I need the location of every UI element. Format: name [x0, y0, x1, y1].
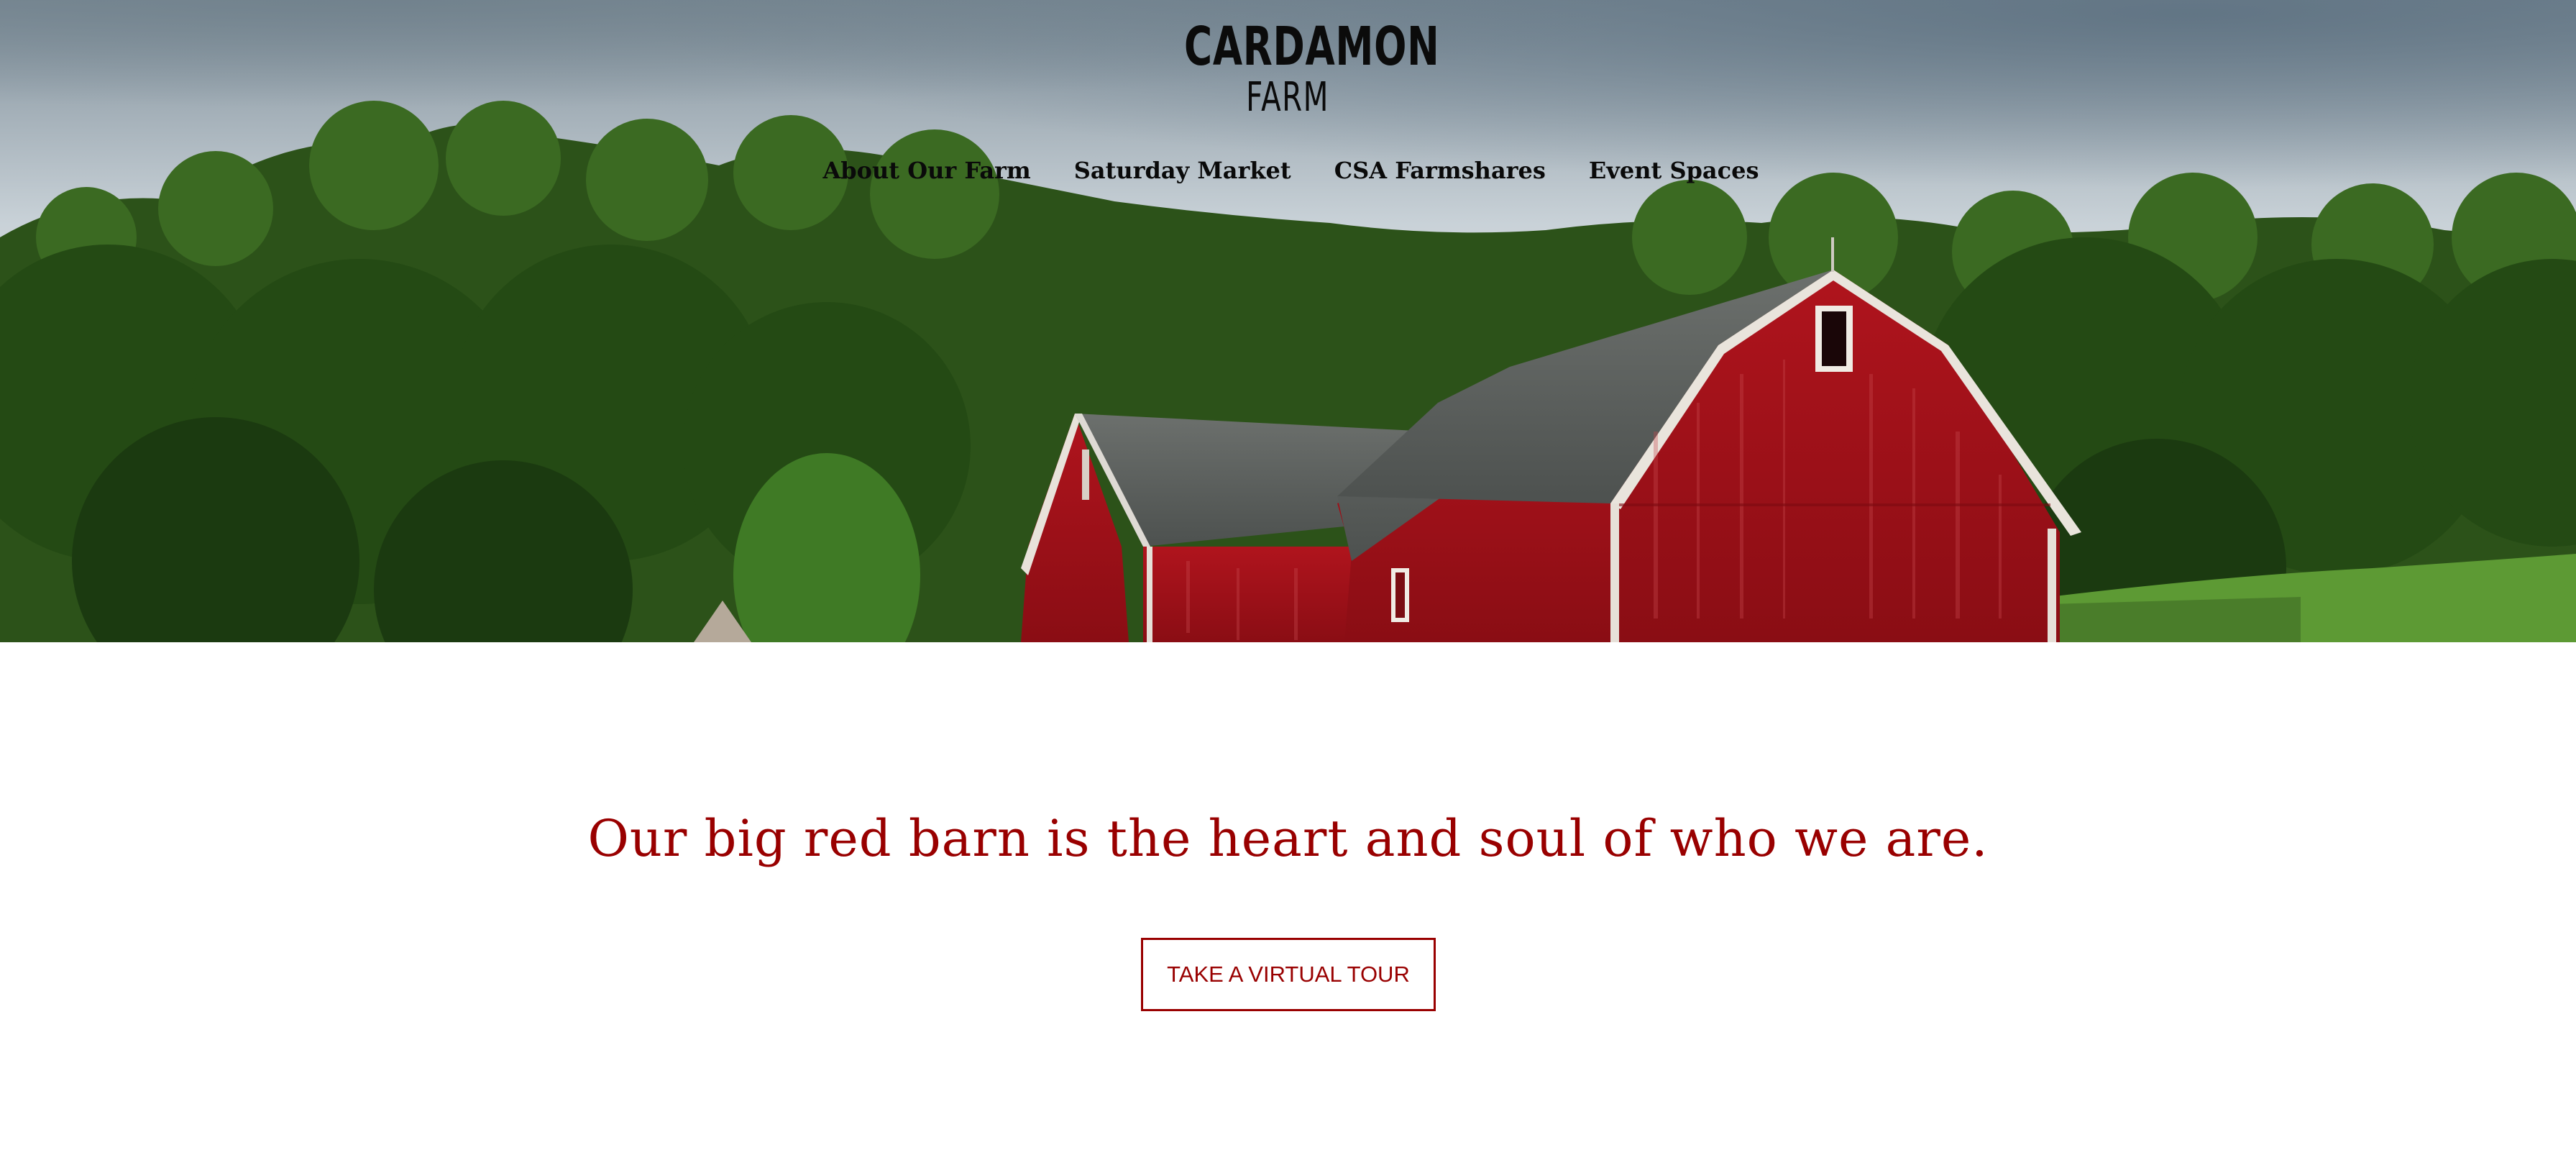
- hero-section: CARDAMON FARM About Our Farm Saturday Ma…: [0, 0, 2576, 642]
- tagline-heading: Our big red barn is the heart and soul o…: [587, 809, 1989, 868]
- nav-link-csa-farmshares[interactable]: CSA Farmshares: [1334, 157, 1546, 184]
- nav-link-saturday-market[interactable]: Saturday Market: [1074, 157, 1291, 184]
- main-nav: About Our Farm Saturday Market CSA Farms…: [0, 152, 2576, 188]
- logo[interactable]: CARDAMON FARM: [1144, 16, 1440, 121]
- logo-wordmark: CARDAMON: [1184, 16, 1440, 78]
- site-header: CARDAMON FARM About Our Farm Saturday Ma…: [0, 0, 2576, 201]
- nav-link-event-spaces[interactable]: Event Spaces: [1589, 157, 1759, 184]
- logo-subtitle: FARM: [1246, 74, 1329, 121]
- virtual-tour-button[interactable]: TAKE A VIRTUAL TOUR: [1141, 938, 1436, 1011]
- nav-link-about[interactable]: About Our Farm: [822, 157, 1030, 184]
- intro-section: Our big red barn is the heart and soul o…: [0, 642, 2576, 1173]
